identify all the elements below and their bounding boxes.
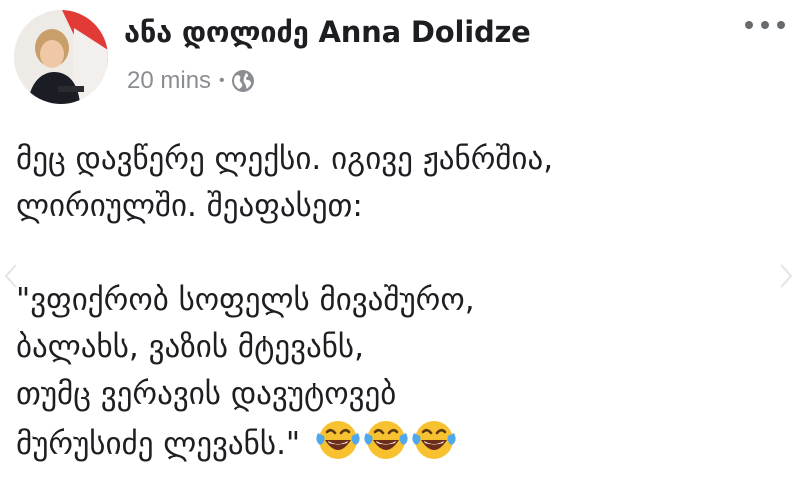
tears-of-joy-emoji-icon	[316, 421, 360, 459]
poem-line: მურუსიძე ლევანს."	[16, 426, 301, 462]
post-body: მეც დავწერე ლექსი. იგივე ჟანრშია, ლირიულ…	[16, 136, 776, 468]
post-time[interactable]: 20 mins	[127, 67, 211, 95]
emoji-group	[316, 418, 456, 462]
poem-line: თუმც ვერავის დავუტოვებ	[16, 376, 397, 412]
meta-separator: •	[219, 72, 225, 89]
poem-line: "ვფიქრობ სოფელს მივაშურო,	[16, 282, 475, 318]
more-options-button[interactable]	[745, 14, 785, 36]
post-text-line: ლირიულში. შეაფასეთ:	[16, 188, 363, 224]
ellipsis-dot	[761, 21, 769, 29]
ellipsis-dot	[777, 21, 785, 29]
poem-line: ბალახს, ვაზის მტევანს,	[16, 329, 364, 365]
profile-photo	[14, 10, 108, 104]
poem-line-with-emojis: მურუსიძე ლევანს."	[16, 418, 776, 468]
globe-icon[interactable]	[231, 69, 255, 93]
chevron-right-icon[interactable]	[779, 263, 793, 289]
avatar[interactable]	[14, 10, 108, 104]
author-name[interactable]: ანა დოლიძე Anna Dolidze	[124, 12, 531, 52]
tears-of-joy-emoji-icon	[412, 421, 456, 459]
tears-of-joy-emoji-icon	[364, 421, 408, 459]
post-header: ანა დოლიძე Anna Dolidze 20 mins •	[0, 0, 801, 110]
post-text-line: მეც დავწერე ლექსი. იგივე ჟანრშია,	[16, 141, 554, 177]
post-meta: 20 mins •	[127, 64, 255, 98]
ellipsis-dot	[745, 21, 753, 29]
chevron-left-icon[interactable]	[4, 263, 18, 289]
